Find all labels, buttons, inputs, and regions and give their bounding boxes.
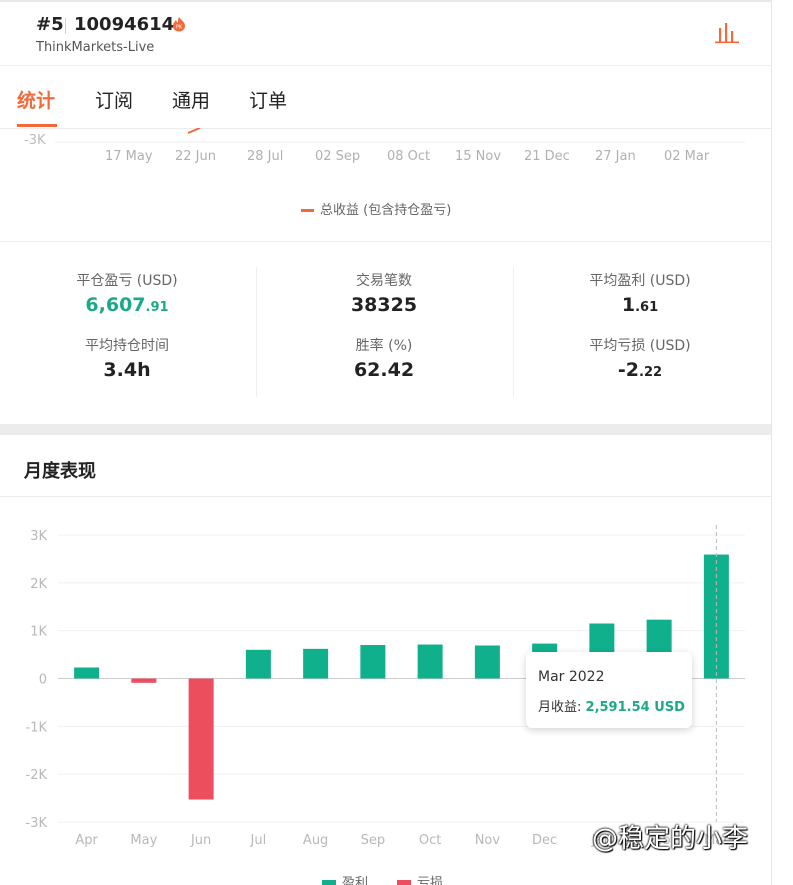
tab-bar: 统计 订阅 通用 订单 — [0, 66, 771, 129]
fire-icon: PK — [172, 16, 186, 36]
legend-label: 总收益 (包含持仓盈亏) — [320, 203, 452, 218]
closed-pnl-label: 平仓盈亏 (USD) — [76, 273, 178, 289]
top-chart-y-tick: -3K — [24, 133, 46, 148]
account-header: #5 10094614 PK ThinkMarkets-Live — [0, 0, 771, 66]
bar — [74, 667, 100, 679]
watermark: @稳定的小李 — [592, 824, 749, 854]
bar — [417, 644, 443, 679]
win-rate-value: 62.42 — [353, 359, 415, 381]
x-tick-label: Jun — [190, 833, 211, 848]
x-tick-label: Aug — [303, 833, 328, 848]
bar — [131, 678, 157, 683]
active-tab-underline — [17, 124, 57, 127]
top-chart-x-tick: 27 Jan — [595, 149, 636, 164]
y-tick-label: 0 — [39, 673, 47, 688]
tab-statistics[interactable]: 统计 — [17, 86, 55, 113]
top-chart-x-tick: 22 Jun — [175, 149, 216, 164]
chart-tooltip: Mar 2022 月收益: 2,591.54 USD — [526, 652, 692, 728]
legend-profit-swatch — [322, 880, 336, 885]
closed-pnl-value: 6,607.91 — [85, 294, 169, 316]
monthly-performance-title: 月度表现 — [24, 461, 96, 482]
tooltip-value: 2,591.54 USD — [585, 700, 685, 715]
trade-count-value: 38325 — [350, 294, 418, 316]
avg-loss-value: -2.22 — [617, 359, 663, 381]
tooltip-month: Mar 2022 — [538, 669, 605, 685]
y-tick-label: 3K — [30, 529, 47, 544]
divider — [0, 496, 771, 497]
stats-divider — [256, 267, 257, 397]
x-tick-label: Nov — [475, 833, 501, 848]
legend-loss-label: 亏损 — [417, 876, 443, 885]
header-divider — [65, 18, 66, 34]
legend-line-swatch — [301, 209, 314, 212]
y-tick-label: 1K — [30, 625, 47, 640]
legend-loss-swatch — [397, 880, 411, 885]
svg-text:PK: PK — [176, 25, 183, 31]
avg-profit-label: 平均盈利 (USD) — [589, 273, 691, 289]
x-tick-label: Sep — [361, 833, 386, 848]
account-number: 10094614 — [74, 14, 175, 35]
top-chart-x-tick: 02 Sep — [315, 149, 361, 164]
total-profit-line — [187, 128, 201, 134]
y-tick-label: -2K — [26, 768, 48, 783]
section-gap — [0, 424, 771, 435]
stats-divider — [513, 267, 514, 397]
top-chart-x-tick: 15 Nov — [455, 149, 502, 164]
win-rate-label: 胜率 (%) — [355, 338, 413, 354]
account-panel: #5 10094614 PK ThinkMarkets-Live 统计 订阅 通… — [0, 0, 772, 885]
y-tick-label: -3K — [26, 816, 48, 831]
avg-hold-time-value: 3.4h — [103, 359, 151, 381]
x-tick-label: Dec — [532, 833, 557, 848]
divider — [0, 241, 771, 242]
x-tick-label: May — [130, 833, 157, 848]
bar-chart-icon[interactable] — [714, 22, 740, 48]
bar — [245, 649, 271, 679]
top-chart-x-tick: 28 Jul — [247, 149, 284, 164]
bar — [188, 678, 214, 800]
legend-profit-label: 盈利 — [342, 876, 368, 885]
total-profit-legend[interactable]: 总收益 (包含持仓盈亏) — [301, 199, 451, 218]
x-tick-label: Oct — [419, 833, 441, 848]
x-tick-label: Jul — [250, 833, 267, 848]
top-chart-x-tick: 21 Dec — [524, 149, 570, 164]
y-tick-label: -1K — [26, 720, 48, 735]
bar — [474, 645, 500, 679]
trade-count-label: 交易笔数 — [356, 273, 412, 289]
broker-name: ThinkMarkets-Live — [36, 40, 155, 55]
avg-loss-label: 平均亏损 (USD) — [589, 338, 691, 354]
tab-orders[interactable]: 订单 — [249, 86, 287, 113]
y-tick-label: 2K — [30, 577, 47, 592]
avg-hold-time-label: 平均持仓时间 — [85, 338, 169, 354]
tooltip-monthly-return: 月收益: 2,591.54 USD — [538, 700, 685, 715]
top-chart-x-tick: 08 Oct — [387, 149, 431, 164]
bar — [360, 645, 386, 679]
avg-profit-value: 1.61 — [621, 294, 659, 316]
tab-general[interactable]: 通用 — [172, 86, 210, 113]
x-tick-label: Apr — [75, 833, 98, 848]
top-chart-x-tick: 17 May — [105, 149, 153, 164]
top-chart-x-tick: 02 Mar — [664, 149, 710, 164]
bar — [303, 648, 329, 679]
rank-label: #5 — [36, 14, 64, 35]
tab-subscribe[interactable]: 订阅 — [95, 86, 133, 113]
